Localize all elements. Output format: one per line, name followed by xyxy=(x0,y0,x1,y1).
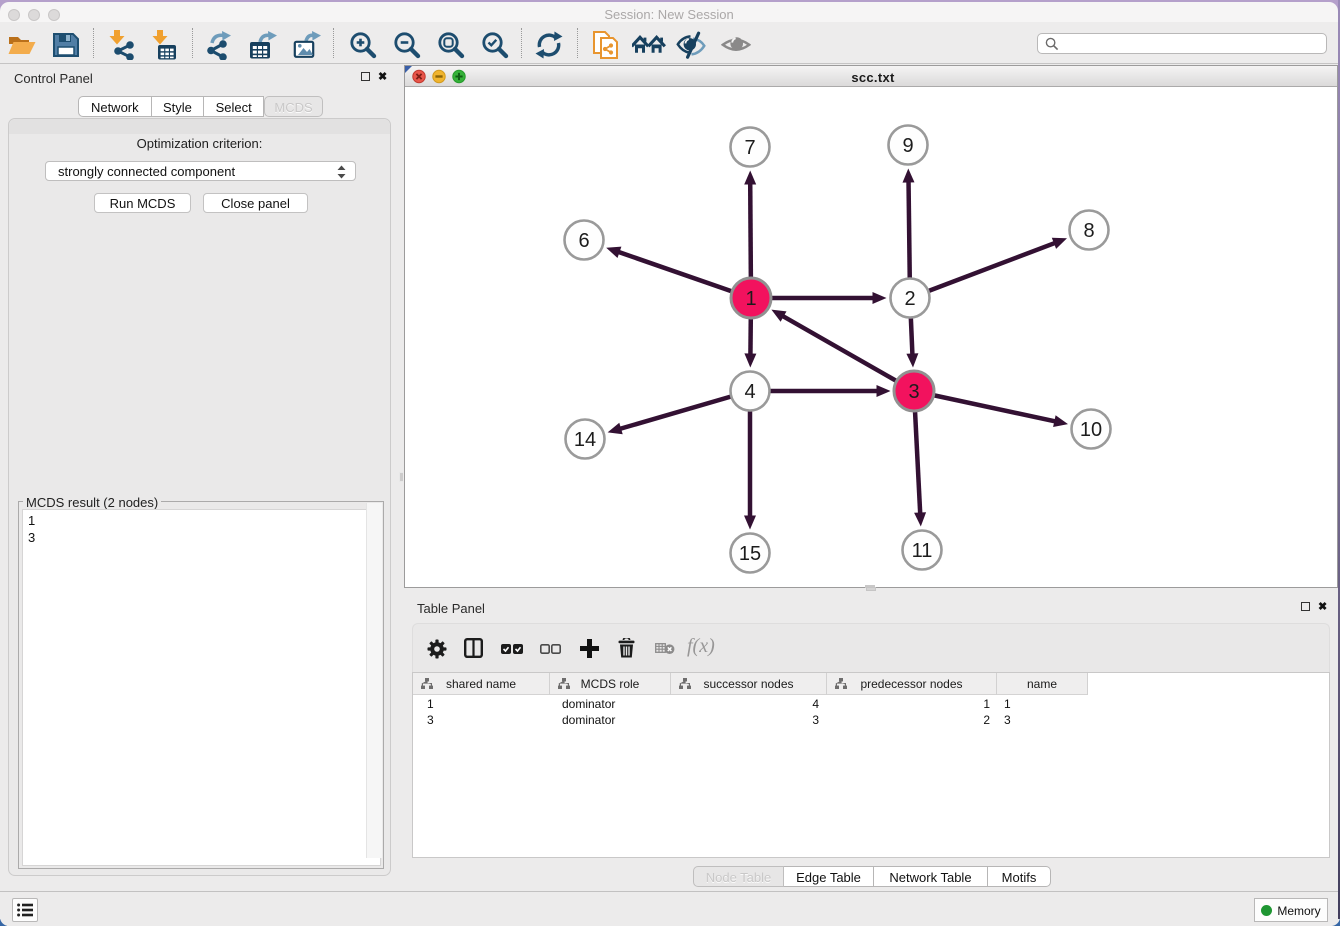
svg-text:15: 15 xyxy=(739,543,761,565)
svg-text:4: 4 xyxy=(744,381,755,403)
svg-text:6: 6 xyxy=(578,230,589,252)
svg-text:10: 10 xyxy=(1080,419,1102,441)
svg-text:9: 9 xyxy=(902,135,913,157)
svg-text:11: 11 xyxy=(912,540,933,562)
svg-text:14: 14 xyxy=(574,429,596,451)
svg-text:1: 1 xyxy=(745,288,756,310)
svg-text:8: 8 xyxy=(1083,220,1094,242)
svg-text:3: 3 xyxy=(908,381,919,403)
svg-text:2: 2 xyxy=(904,288,915,310)
svg-text:7: 7 xyxy=(744,137,755,159)
